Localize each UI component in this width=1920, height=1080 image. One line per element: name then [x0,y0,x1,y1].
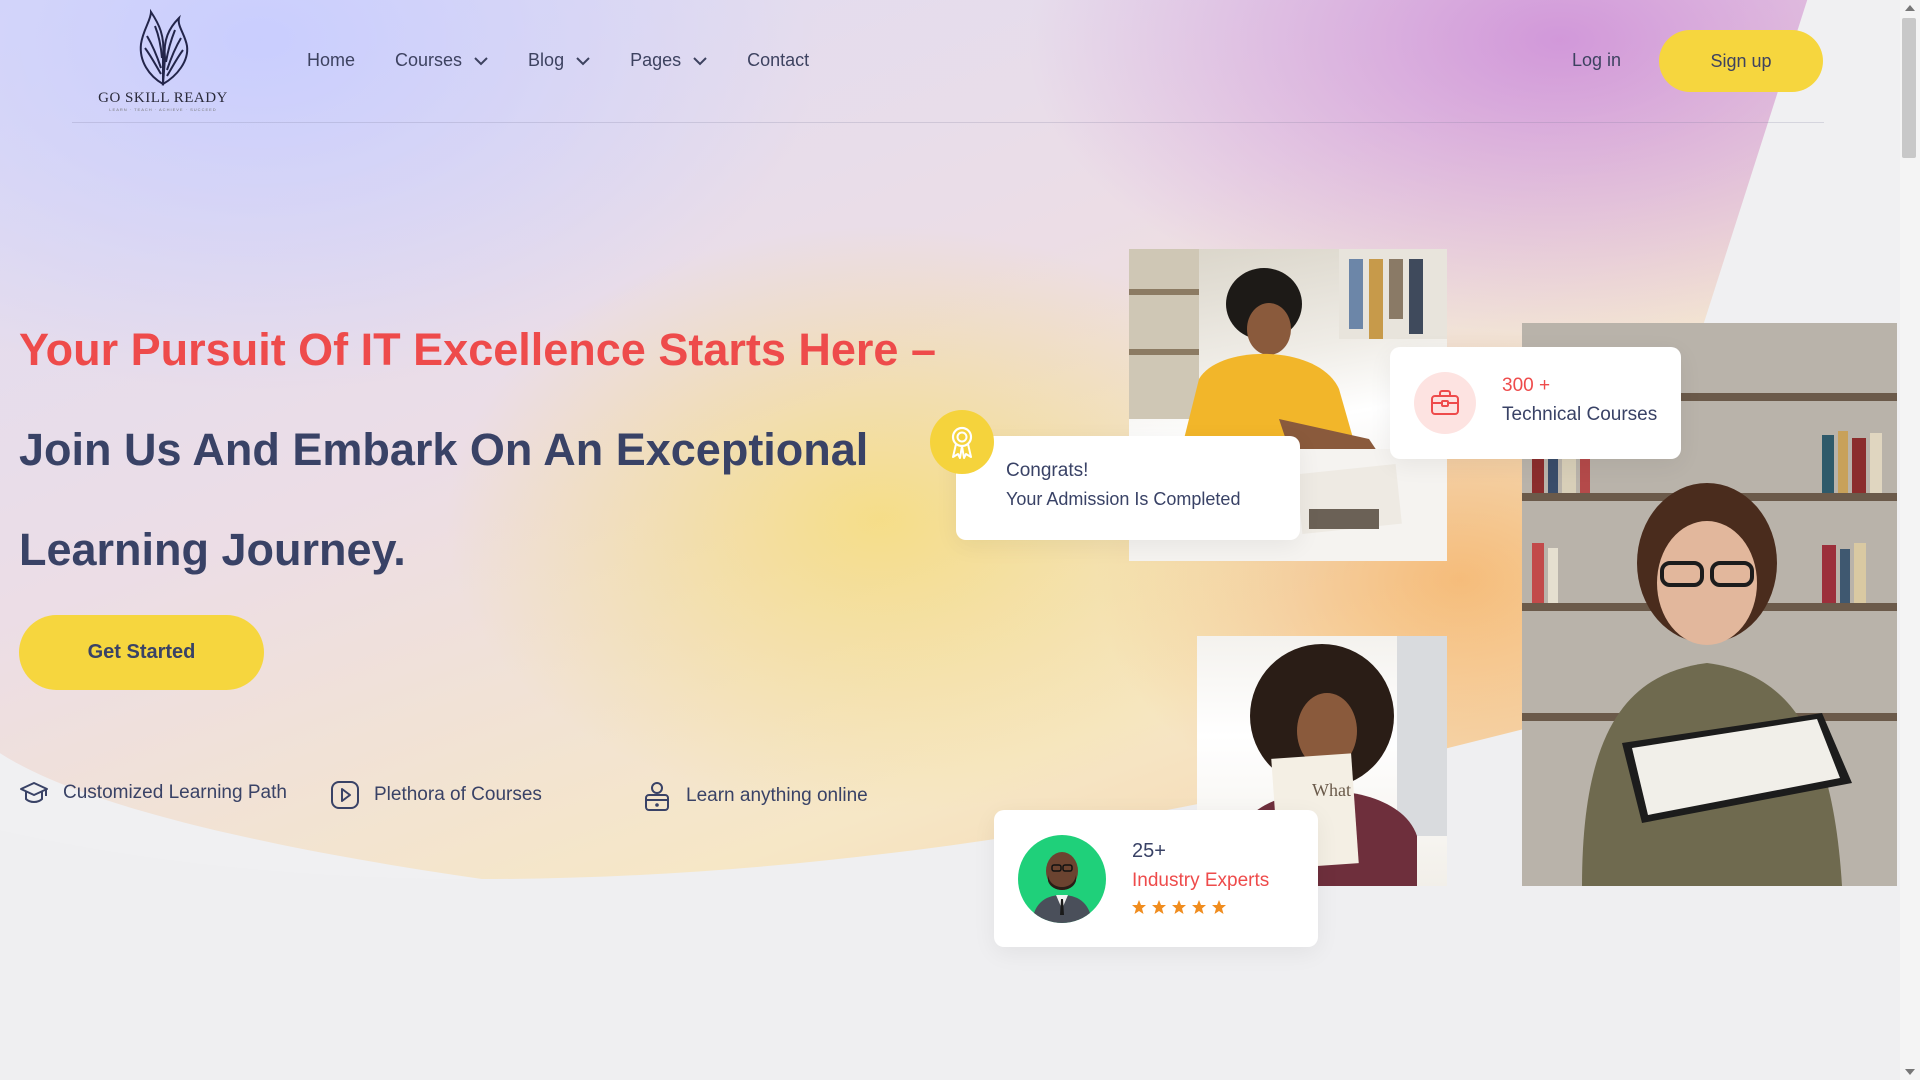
feature-label: Customized Learning Path [63,782,287,803]
feature-item: Plethora of Courses [330,780,542,810]
star-icon [1172,900,1186,914]
top-nav: GO SKILL READY LEARN · TEACH · ACHIEVE ·… [0,0,1920,123]
chevron-down-icon [474,56,488,65]
admission-card: Congrats! Your Admission Is Completed [956,436,1300,540]
star-icon [1212,900,1226,914]
vertical-scrollbar[interactable] [1900,0,1920,1080]
hero-heading: Your Pursuit Of IT Excellence Starts Her… [19,300,959,600]
feature-item: Customized Learning Path [19,780,287,806]
briefcase-icon [1414,372,1476,434]
brand-tagline: LEARN · TEACH · ACHIEVE · SUCCEED [109,107,217,112]
nav-home-label: Home [307,50,356,70]
courses-label: Technical Courses [1502,404,1658,425]
admission-title: Congrats! [1006,460,1089,481]
experts-stat-card: 25+ Industry Experts [994,810,1318,947]
feature-label: Plethora of Courses [374,784,542,805]
play-icon [331,781,359,809]
star-icon [1132,900,1146,914]
login-link[interactable]: Log in [1572,50,1621,71]
online-lock-icon [645,782,669,811]
hero-title-line-2: Join Us And Embark On An Exceptional [19,424,869,475]
admission-text: Your Admission Is Completed [1006,489,1241,509]
nav-blog-label: Blog [528,50,565,70]
nav-courses-label: Courses [395,50,463,70]
nav-home[interactable]: Home [307,50,355,71]
chevron-down-icon [576,56,590,65]
courses-count: 300 + [1502,375,1551,396]
feature-list: Customized Learning Path Plethora of Cou… [19,780,919,812]
feature-label: Learn anything online [686,785,868,806]
nav-contact-label: Contact [747,50,810,70]
expert-avatar [1018,835,1106,923]
chevron-down-icon [693,56,707,65]
scrollbar-thumb[interactable] [1902,18,1916,158]
hero-title-line-1: Your Pursuit Of IT Excellence Starts Her… [19,324,936,375]
star-icon [1152,900,1166,914]
nav-blog[interactable]: Blog [528,50,590,71]
scroll-up-arrow-icon[interactable] [1905,5,1915,11]
nav-courses[interactable]: Courses [395,50,488,71]
brand-logo[interactable]: GO SKILL READY LEARN · TEACH · ACHIEVE ·… [88,6,238,116]
wings-logo-icon [139,8,189,86]
star-icon [1192,900,1206,914]
get-started-button[interactable]: Get Started [19,615,264,690]
hero-title-line-3: Learning Journey. [19,524,406,575]
signup-button[interactable]: Sign up [1659,30,1823,92]
main-menu: Home Courses Blog Pages Contact [307,50,849,71]
scroll-down-arrow-icon[interactable] [1905,1069,1915,1075]
nav-divider [72,122,1824,123]
book-cover-text: What [1312,780,1351,800]
nav-contact[interactable]: Contact [747,50,809,71]
nav-pages[interactable]: Pages [630,50,707,71]
brand-name: GO SKILL READY [98,90,228,106]
courses-stat-card: 300 + Technical Courses [1390,347,1681,459]
experts-count: 25+ [1132,840,1166,862]
experts-label: Industry Experts [1132,870,1270,891]
nav-pages-label: Pages [630,50,682,70]
graduation-cap-icon [20,782,48,803]
feature-item: Learn anything online [642,780,868,812]
award-icon [930,410,994,474]
rating-stars [1131,899,1227,915]
